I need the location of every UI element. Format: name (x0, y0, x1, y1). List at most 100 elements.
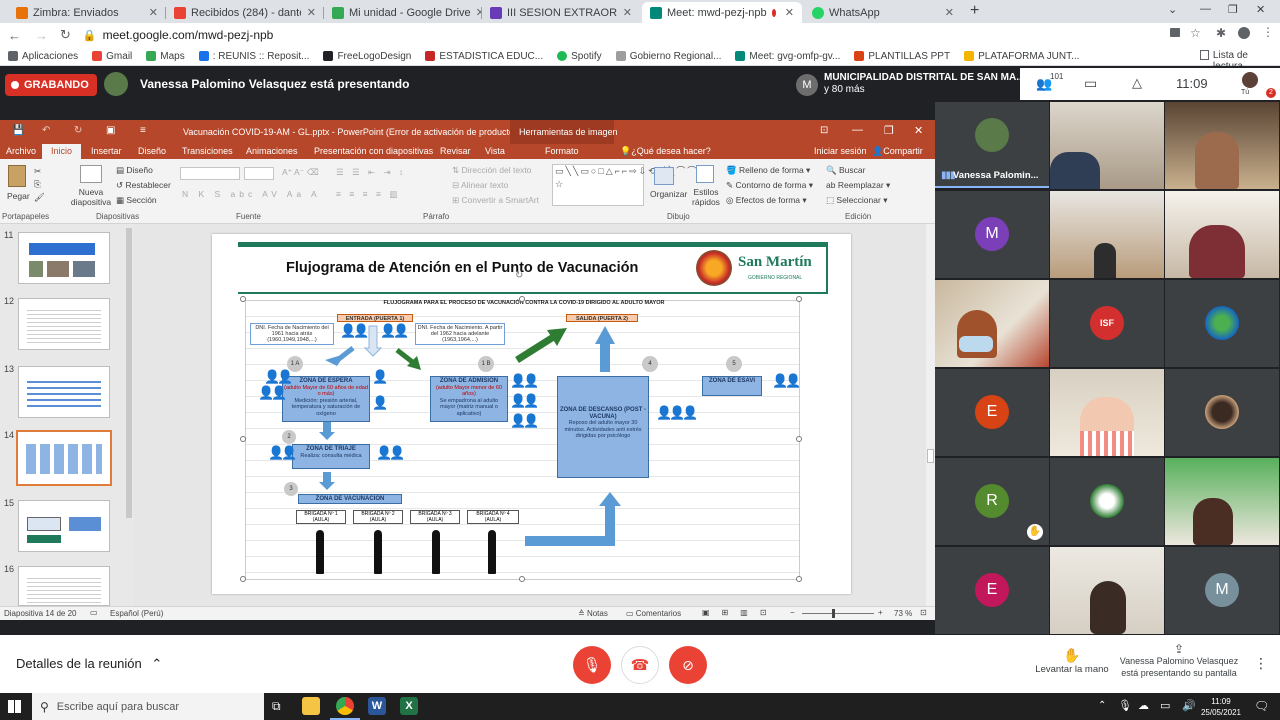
participant-video-tile[interactable] (1165, 191, 1279, 278)
format-painter-icon[interactable]: 🖌 (34, 192, 45, 203)
spellcheck-icon[interactable]: ▭ (90, 608, 98, 617)
bookmark-plataforma[interactable]: PLATAFORMA JUNT... (964, 51, 1079, 62)
tab-zimbra[interactable]: Zimbra: Enviados ✕ (8, 2, 166, 23)
shape-outline-button[interactable]: ✎ Contorno de forma ▾ (726, 180, 813, 191)
ppt-minimize-icon[interactable]: — (852, 124, 863, 136)
undo-icon[interactable]: ↶ (42, 125, 50, 136)
windows-start-icon[interactable] (8, 700, 21, 713)
section-button[interactable]: ▦ Sección (116, 195, 157, 206)
reload-icon[interactable]: ↻ (60, 27, 71, 43)
resize-handle[interactable] (519, 576, 525, 582)
zoom-out-icon[interactable]: − (790, 608, 795, 617)
paste-icon[interactable] (8, 165, 26, 187)
slide-vertical-scrollbar[interactable] (926, 224, 935, 606)
leave-call-button[interactable]: ☎ (621, 646, 659, 684)
align-icons[interactable]: ≡ ≡ ≡ ≡ ▥ (336, 189, 400, 200)
paste-label[interactable]: Pegar (7, 191, 30, 201)
slide-thumbnail[interactable] (18, 298, 110, 350)
replace-button[interactable]: ab Reemplazar ▾ (826, 180, 890, 191)
tab-transiciones[interactable]: Transiciones (182, 146, 233, 156)
font-format-icons[interactable]: N K S abc AV Aa A (182, 189, 321, 199)
camera-off-button[interactable]: ⊘ (669, 646, 707, 684)
bookmark-spotify[interactable]: Spotify (557, 51, 602, 62)
show-hidden-icons-icon[interactable]: ⌃ (1098, 700, 1106, 711)
new-slide-icon[interactable] (80, 165, 102, 183)
bookmark-star-icon[interactable]: ☆ (1190, 26, 1201, 40)
chat-icon[interactable]: ▭ (1084, 75, 1097, 92)
bookmark-reunis[interactable]: : REUNIS :: Reposit... (198, 51, 309, 62)
ribbon-display-icon[interactable]: ⊡ (820, 125, 828, 136)
browser-menu-icon[interactable]: ⋮ (1262, 25, 1274, 39)
arrange-icon[interactable] (654, 167, 674, 185)
bookmark-estadistica[interactable]: ESTADISTICA EDUC... (425, 51, 543, 62)
network-icon[interactable]: ▭ (1160, 699, 1170, 712)
tab-archivo[interactable]: Archivo (6, 146, 36, 156)
redo-icon[interactable]: ↻ (74, 125, 82, 136)
sign-in-link[interactable]: Iniciar sesión (814, 146, 867, 156)
minimize-window-icon[interactable]: — (1200, 3, 1211, 15)
tab-meet[interactable]: Meet: mwd-pezj-npb ✕ (642, 2, 802, 23)
slide-thumbnail[interactable] (18, 232, 110, 284)
presenter-tile[interactable]: ▮▮▮ Vanessa Palomin... (935, 102, 1049, 188)
taskbar-clock[interactable]: 11:09 25/05/2021 (1200, 696, 1242, 718)
new-tab-button[interactable]: + (970, 2, 979, 20)
tab-vista[interactable]: Vista (485, 146, 505, 156)
zoom-level[interactable]: 73 % (894, 609, 912, 618)
volume-icon[interactable]: 🔊 (1182, 699, 1196, 712)
bookmark-maps[interactable]: Maps (146, 51, 185, 62)
smartart-button[interactable]: ⊞ Convertir a SmartArt (452, 195, 539, 206)
rotate-handle-icon[interactable]: ↻ (515, 270, 523, 281)
close-icon[interactable]: ✕ (623, 6, 632, 19)
forward-icon[interactable]: → (35, 28, 48, 43)
tab-inicio[interactable]: Inicio (42, 144, 82, 159)
excel-icon[interactable]: X (400, 697, 418, 715)
resize-handle[interactable] (240, 576, 246, 582)
zoom-in-icon[interactable]: + (878, 608, 883, 617)
chrome-icon[interactable] (336, 697, 354, 715)
participant-video-tile[interactable] (935, 280, 1049, 367)
new-slide-label[interactable]: Nueva diapositiva (70, 187, 112, 207)
find-button[interactable]: 🔍 Buscar (826, 165, 865, 176)
bookmark-plantillas[interactable]: PLANTILLAS PPT (854, 51, 950, 62)
close-window-icon[interactable]: ✕ (1256, 3, 1265, 16)
notifications-icon[interactable]: 🗨 (1254, 699, 1269, 713)
tab-gmail[interactable]: Recibidos (284) - dante23081993 ✕ (166, 2, 324, 23)
font-name-field[interactable] (180, 167, 240, 180)
bookmark-freelogodesign[interactable]: FreeLogoDesign (323, 51, 411, 62)
zoom-thumb[interactable] (832, 609, 835, 618)
presenting-status[interactable]: ⇪ Vanessa Palomino Velasquez está presen… (1118, 643, 1240, 679)
participant-video-tile[interactable] (1050, 369, 1164, 456)
tab-insertar[interactable]: Insertar (91, 146, 122, 156)
thumbnails-scrollbar[interactable] (126, 228, 132, 518)
onedrive-icon[interactable]: ☁ (1138, 699, 1149, 712)
participant-tile[interactable]: E (935, 547, 1049, 634)
tab-search-icon[interactable]: ⌄ (1168, 3, 1177, 16)
tab-animaciones[interactable]: Animaciones (246, 146, 298, 156)
slide-thumbnail[interactable] (18, 366, 110, 418)
font-size-field[interactable] (244, 167, 274, 180)
shape-effects-button[interactable]: ◎ Efectos de forma ▾ (726, 195, 807, 206)
zoom-slider[interactable] (802, 613, 874, 614)
copy-icon[interactable]: ⎘ (34, 179, 41, 190)
bookmark-apps[interactable]: Aplicaciones (8, 51, 78, 62)
ppt-maximize-icon[interactable]: ❐ (884, 124, 894, 137)
tell-me-box[interactable]: 💡¿Qué desea hacer? (620, 146, 711, 157)
task-view-icon[interactable]: ⧉ (272, 699, 281, 714)
resize-handle[interactable] (796, 436, 802, 442)
customize-qat-icon[interactable]: ≡ (140, 125, 146, 136)
text-direction-button[interactable]: ⇅ Dirección del texto (452, 165, 531, 176)
close-icon[interactable]: ✕ (945, 6, 954, 19)
notes-button[interactable]: ≙ Notas (578, 609, 608, 618)
slide-thumbnail[interactable] (18, 500, 110, 552)
microphone-tray-icon[interactable]: 🎙 (1118, 699, 1132, 712)
reset-button[interactable]: ↺ Restablecer (116, 180, 171, 191)
tab-presentacion[interactable]: Presentación con diapositivas (314, 146, 433, 156)
font-grow-icon[interactable]: A⁺ A⁻ ⌫ (282, 167, 319, 178)
back-icon[interactable]: ← (8, 28, 21, 43)
taskbar-search[interactable]: ⚲ Escribe aquí para buscar (32, 693, 264, 720)
participant-tile[interactable]: ISF (1050, 280, 1164, 367)
fit-slide-icon[interactable]: ⊡ (920, 608, 927, 617)
view-buttons[interactable]: ▣⊞▥⊡ (702, 608, 779, 617)
bookmark-gmail[interactable]: Gmail (92, 51, 132, 62)
word-icon[interactable]: W (368, 697, 386, 715)
